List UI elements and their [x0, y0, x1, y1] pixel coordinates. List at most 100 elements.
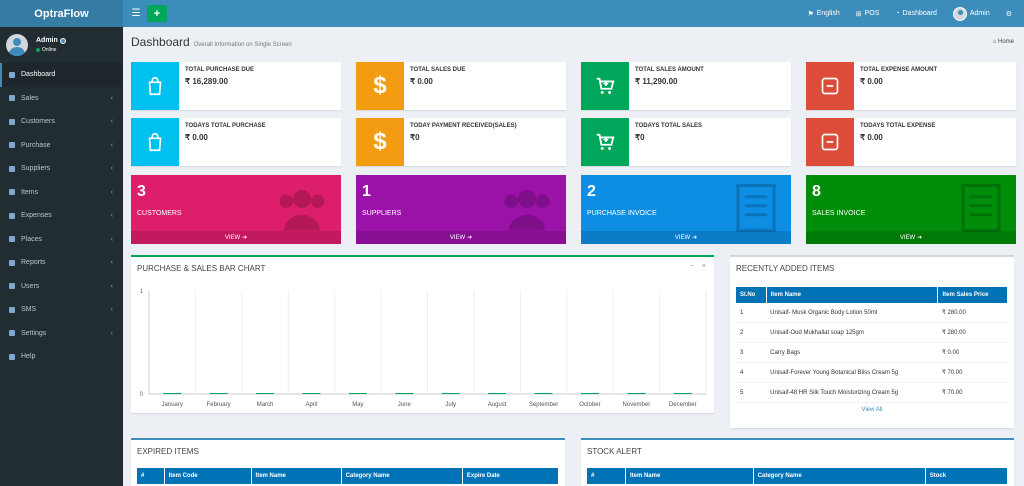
column-header[interactable]: # [137, 468, 165, 484]
customers-icon [9, 118, 15, 125]
column-header[interactable]: Category Name [753, 468, 926, 484]
column-header[interactable]: # [587, 468, 626, 484]
table-cell: Unisaif-48 HR Silk Touch Moisturizing Cr… [766, 382, 938, 403]
add-new-button[interactable]: + [147, 5, 167, 22]
plus-square-icon: ⊞ [855, 10, 862, 18]
small-box-count: 8 [812, 183, 821, 200]
invoice-icon [958, 181, 1004, 237]
sidebar-item-users[interactable]: Users ‹ [0, 275, 123, 299]
sidebar-item-settings[interactable]: Settings ‹ [0, 322, 123, 346]
x-tick-label: January [162, 402, 183, 408]
small-box-view-link[interactable]: VIEW ➜ [581, 231, 791, 244]
bar [348, 393, 367, 394]
user-panel: Admin Online [0, 27, 123, 63]
arrow-circle-right-icon: ➜ [467, 235, 473, 241]
info-box: $ TOTAL SALES DUE ₹ 0.00 [356, 62, 566, 110]
sidebar-toggle-icon[interactable]: ☰ [125, 8, 147, 19]
sidebar-item-label: Help [21, 353, 36, 361]
info-box-value: ₹ 0.00 [185, 133, 208, 142]
view-all-link[interactable]: View All [736, 407, 1008, 413]
dashboard-link[interactable]: ◔ Dashboard [895, 10, 936, 17]
small-box-label: SALES INVOICE [812, 210, 866, 217]
info-box-label: TODAYS TOTAL PURCHASE [185, 123, 266, 129]
expired-items-box: EXPIRED ITEMS # Item Code Item Name Categor… [131, 438, 565, 486]
column-header[interactable]: Item Name [766, 287, 939, 303]
chevron-left-icon: ‹ [110, 282, 113, 290]
settings-icon [9, 330, 15, 337]
collapse-icon[interactable]: − [690, 263, 694, 270]
table-cell: ₹ 280.00 [937, 322, 1008, 343]
sidebar-item-places[interactable]: Places ‹ [0, 228, 123, 252]
sidebar-item-label: Expenses [21, 212, 52, 220]
top-navbar: ☰ + ⚑ English ⊞ POS ◔ Dashboard Admin ⚙ [123, 0, 1024, 27]
small-box-view-link[interactable]: VIEW ➜ [356, 231, 566, 244]
x-tick-label: June [398, 402, 412, 408]
column-header[interactable]: Item Name [251, 468, 342, 484]
column-header[interactable]: Expire Date [462, 468, 560, 484]
column-header[interactable]: Item Code [164, 468, 252, 484]
breadcrumb[interactable]: ⌂ Home [993, 39, 1014, 45]
language-menu[interactable]: ⚑ English [807, 10, 839, 18]
bar [302, 393, 321, 394]
sidebar-item-reports[interactable]: Reports ‹ [0, 251, 123, 275]
chevron-left-icon: ‹ [110, 188, 113, 196]
column-header[interactable]: Stock [925, 468, 1009, 484]
x-tick-label: November [623, 402, 651, 408]
table-cell: Unisaif-Oud Mukhallat soap 125gm [766, 322, 938, 343]
pos-label: POS [864, 10, 880, 17]
settings-toggle[interactable]: ⚙ [1006, 10, 1012, 18]
x-tick-label: August [488, 402, 507, 408]
column-header[interactable]: Category Name [341, 468, 463, 484]
small-box-sales-invoice: 8 SALES INVOICE VIEW ➜ [806, 175, 1016, 244]
sidebar-item-expenses[interactable]: Expenses ‹ [0, 204, 123, 228]
sidebar-item-help[interactable]: Help [0, 345, 123, 369]
sidebar-item-label: Items [21, 188, 39, 196]
chevron-left-icon: ‹ [110, 212, 113, 220]
sidebar-item-customers[interactable]: Customers ‹ [0, 110, 123, 134]
sidebar-item-suppliers[interactable]: Suppliers ‹ [0, 157, 123, 181]
users-icon [275, 181, 329, 237]
dashboard-label: Dashboard [902, 10, 937, 17]
table-row: 4 Unisaif-Forever Young Botanical Bliss C… [736, 362, 1008, 383]
sales-icon [9, 95, 15, 102]
invoice-icon [733, 181, 779, 237]
bar [163, 393, 182, 394]
help-icon [9, 353, 15, 360]
avatar [952, 6, 967, 21]
column-header[interactable]: Sl.No [736, 287, 767, 303]
x-tick-label: April [305, 402, 317, 408]
small-box-purchase-invoice: 2 PURCHASE INVOICE VIEW ➜ [581, 175, 791, 244]
info-box-label: TODAYS TOTAL SALES [635, 123, 703, 129]
small-box-view-link[interactable]: VIEW ➜ [806, 231, 1016, 244]
table-row: 3 Carry Bags ₹ 0.00 [736, 342, 1008, 363]
column-header[interactable]: Item Sales Price [937, 287, 1008, 303]
bar [441, 393, 460, 394]
pos-link[interactable]: ⊞ POS [856, 10, 880, 18]
app-logo[interactable]: OptraFlow [0, 0, 123, 27]
sidebar-item-sales[interactable]: Sales ‹ [0, 87, 123, 111]
info-box-value: ₹ 0.00 [860, 133, 883, 142]
sidebar: Admin Online Dashboard Sales ‹ Customers ‹ Pu… [0, 27, 123, 486]
user-menu[interactable]: Admin [952, 6, 990, 21]
chevron-left-icon: ‹ [110, 141, 113, 149]
sidebar-item-purchase[interactable]: Purchase ‹ [0, 134, 123, 158]
sidebar-item-sms[interactable]: SMS ‹ [0, 298, 123, 322]
sidebar-menu: Dashboard Sales ‹ Customers ‹ Purchase ‹ Suppli… [0, 63, 123, 369]
small-box-view-link[interactable]: VIEW ➜ [131, 231, 341, 244]
column-header[interactable]: Item Name [625, 468, 754, 484]
close-icon[interactable]: × [702, 263, 706, 270]
dollar-icon: $ [356, 118, 404, 166]
recent-items-table: Sl.No Item Name Item Sales Price 1 Unisaif-… [736, 287, 1008, 403]
sidebar-item-dashboard[interactable]: Dashboard [0, 63, 123, 87]
small-box-label: CUSTOMERS [137, 210, 182, 217]
bar [209, 393, 228, 394]
arrow-circle-right-icon: ➜ [692, 235, 698, 241]
sidebar-item-label: Settings [21, 329, 47, 337]
table-cell: ₹ 70.00 [937, 382, 1008, 403]
x-tick-label: July [445, 402, 456, 408]
cart-plus-icon [581, 118, 629, 166]
small-box-count: 1 [362, 183, 371, 200]
info-box-label: TOTAL SALES DUE [410, 67, 466, 73]
items-icon [9, 189, 15, 196]
sidebar-item-items[interactable]: Items ‹ [0, 181, 123, 205]
